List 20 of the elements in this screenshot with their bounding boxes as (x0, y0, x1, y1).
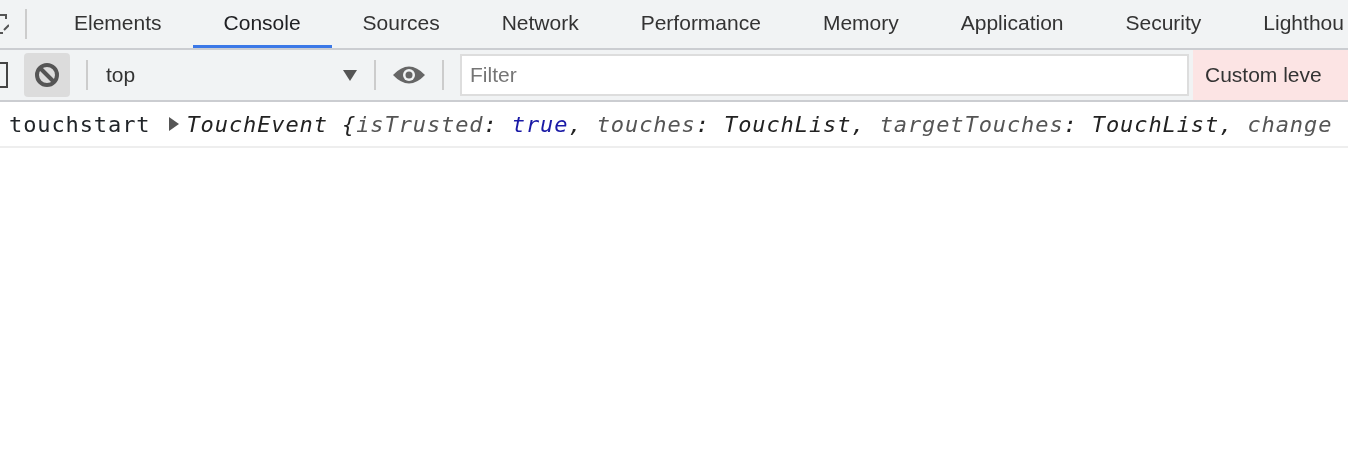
dropdown-arrow-icon (342, 69, 358, 81)
filter-field[interactable]: Filter (460, 54, 1189, 96)
panel-tab[interactable]: Performance (609, 0, 792, 48)
eye-icon[interactable] (392, 64, 426, 86)
panel-tab[interactable]: Network (470, 0, 610, 48)
panel-tab[interactable]: Memory (791, 0, 930, 48)
log-levels-dropdown[interactable]: Custom leve (1193, 50, 1348, 100)
clear-console-button[interactable] (24, 53, 70, 97)
context-dropdown[interactable]: top (88, 53, 358, 97)
expand-arrow-icon[interactable] (168, 117, 181, 131)
panel-tab[interactable]: Security (1094, 0, 1233, 48)
panel-tab[interactable]: Application (929, 0, 1095, 48)
block-icon (34, 62, 60, 88)
sidebar-icon[interactable] (0, 62, 8, 88)
panel-tab[interactable]: Lighthou (1232, 0, 1348, 48)
log-text: touchstart (9, 110, 151, 139)
panel-tab[interactable]: Sources (331, 0, 471, 48)
inspect-icon[interactable] (0, 11, 9, 37)
object-preview[interactable]: TouchEvent {isTrusted: true, touches: TouchList, targetTouches: TouchList, change (186, 107, 1333, 141)
panel-tab[interactable]: Elements (43, 0, 193, 48)
